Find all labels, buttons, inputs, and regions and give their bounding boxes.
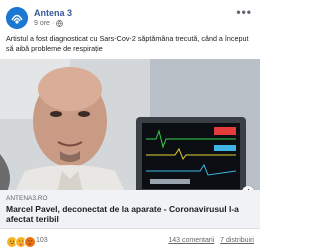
comments-count[interactable]: 143 comentarii — [168, 237, 214, 244]
post-stats: 143 comentarii 7 distribuiri — [168, 237, 254, 244]
page-avatar[interactable] — [6, 7, 28, 29]
antena3-logo-icon — [6, 7, 28, 29]
globe-icon — [56, 20, 64, 27]
more-options-button[interactable]: ••• — [236, 6, 252, 18]
page-name-link[interactable]: Antena 3 — [34, 8, 72, 18]
shares-count[interactable]: 7 distribuiri — [220, 237, 254, 244]
reactions-row: 103 143 comentarii 7 distribuiri — [6, 234, 254, 248]
angry-reaction-icon — [24, 236, 36, 248]
reaction-icons[interactable] — [6, 236, 36, 248]
post-time[interactable]: 9 ore — [34, 20, 50, 27]
article-photo[interactable]: i — [0, 59, 260, 202]
post-meta: 9 ore · — [34, 20, 64, 27]
link-title[interactable]: Marcel Pavel, deconectat de la aparate -… — [6, 204, 254, 224]
link-domain: ANTENA3.RO — [6, 195, 48, 202]
link-preview[interactable]: ANTENA3.RO Marcel Pavel, deconectat de l… — [0, 190, 260, 229]
reaction-count[interactable]: 103 — [36, 237, 48, 244]
photo-illustration — [0, 59, 260, 202]
post-header: Antena 3 9 ore · ••• — [6, 6, 254, 32]
post-text: Artistul a fost diagnosticat cu Sars-Cov… — [6, 34, 249, 53]
